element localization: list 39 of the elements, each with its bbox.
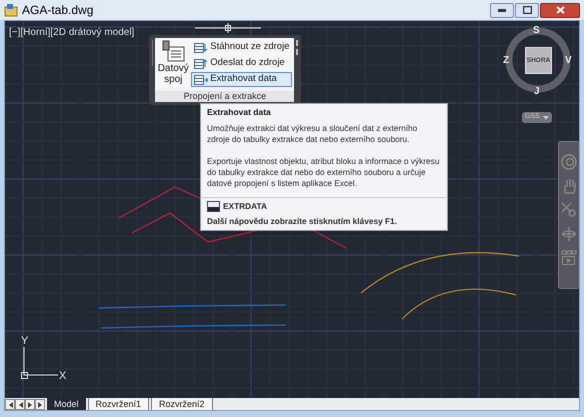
layout-tab[interactable]: Model (47, 398, 86, 410)
first-tab-button[interactable] (5, 399, 15, 410)
previous-tab-button[interactable] (15, 399, 25, 410)
compass-label[interactable]: J (534, 84, 540, 99)
ribbon-item[interactable]: Odeslat do zdroje (191, 56, 292, 71)
layout-tab[interactable]: Rozvržení1 (88, 398, 150, 410)
ribbon-item[interactable]: Stáhnout ze zdroje (191, 40, 292, 55)
close-button[interactable] (540, 2, 580, 18)
tooltip-title: Extrahovat data (207, 107, 272, 118)
caret-icon (542, 116, 549, 120)
compass-label[interactable]: Z (503, 53, 510, 68)
compass-label[interactable]: S (533, 23, 540, 38)
compass-label[interactable]: V (565, 53, 572, 68)
minimize-icon (498, 8, 506, 12)
maximize-button[interactable] (515, 2, 539, 18)
viewport-label[interactable]: [−][Horní][2D drátový model] (9, 25, 134, 40)
tooltip-description: Umožňuje extrakci dat výkresu a sloučení dat z externího zdroje do tabulky extrakce dat nebo externího souboru. (207, 123, 418, 145)
crosshair-cursor (195, 23, 261, 33)
last-tab-button[interactable] (35, 399, 45, 410)
axis-label: X (59, 369, 66, 384)
axis-label: Y (21, 334, 28, 349)
data-table-icon (194, 58, 208, 70)
help-hint: Další nápovědu zobrazíte stisknutím klávesy F1. (207, 216, 398, 227)
minimize-button[interactable] (490, 2, 514, 18)
ucs-axes-icon (19, 347, 61, 381)
maximize-icon (522, 6, 532, 14)
window-title: AGA-tab.dwg (22, 2, 94, 19)
data-link-button[interactable]: Datový spoj (157, 40, 190, 91)
ribbon-item[interactable]: Extrahovat data (191, 72, 292, 87)
data-table-icon (194, 42, 208, 54)
tooltip[interactable] (200, 103, 448, 231)
data-table-icon (194, 74, 208, 86)
close-icon (556, 6, 564, 14)
tooltip-description: Exportuje vlastnost objektu, atribut bloku a informace o výkresu do tabulky extrakce dat nebo do externího souboru a určuje datové propojení s listem aplikace Excel. (207, 156, 440, 189)
panel-title: Propojení a extrakce (155, 91, 294, 102)
command-name: EXTRDATA (223, 201, 267, 212)
next-tab-button[interactable] (25, 399, 35, 410)
drawing-file-icon (4, 3, 18, 17)
layout-tab[interactable]: Rozvržení2 (151, 398, 213, 410)
